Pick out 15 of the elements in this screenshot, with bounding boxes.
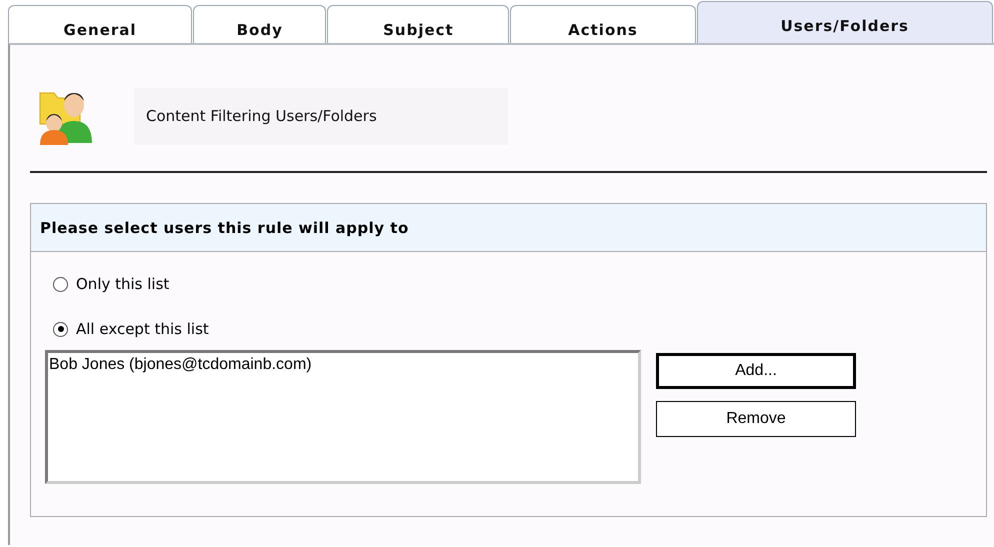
tab[interactable]: Subject [327, 5, 510, 43]
tab[interactable]: Body [193, 5, 326, 43]
action-button[interactable]: Add... [656, 353, 856, 389]
tab[interactable]: General [8, 5, 192, 43]
tab[interactable]: Actions [510, 5, 696, 43]
radio-button[interactable] [53, 276, 68, 292]
page-title: Content Filtering Users/Folders [134, 88, 508, 144]
group-title: Please select users this rule will apply to [31, 204, 986, 252]
radio-option[interactable]: Only this list [45, 272, 972, 296]
tab[interactable]: Users/Folders [696, 1, 994, 43]
list-item[interactable]: Bob Jones (bjones@tcdomainb.com) [49, 356, 637, 374]
radio-option[interactable]: All except this list [45, 317, 972, 341]
action-button[interactable]: Remove [656, 401, 856, 437]
user-list[interactable]: Bob Jones (bjones@tcdomainb.com) [45, 350, 641, 484]
radio-button[interactable] [53, 322, 68, 336]
